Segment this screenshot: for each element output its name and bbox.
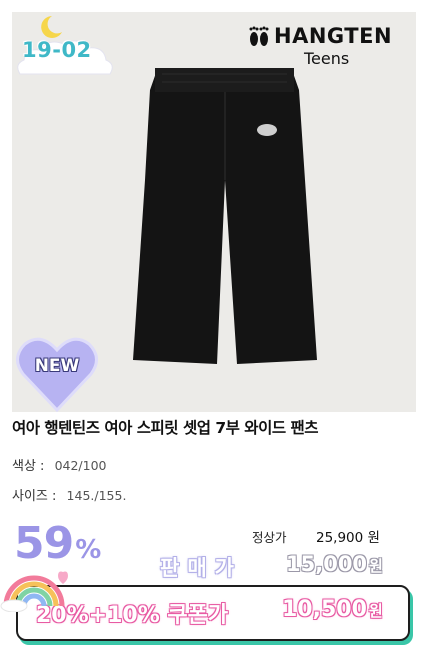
size-spec: 사이즈 : 145./155.: [12, 485, 126, 504]
feet-logo-icon: [249, 26, 269, 46]
discount-rate: 59%: [14, 518, 101, 569]
coupon-price: 10,500 원: [282, 597, 383, 622]
season-tag-badge: 19-02: [12, 12, 122, 92]
color-spec: 색상 : 042/100: [12, 455, 107, 474]
regular-price: 25,900 원: [316, 530, 380, 546]
sale-price: 15,000 원: [286, 552, 383, 576]
pants-image: [133, 68, 317, 364]
regular-price-label: 정상가: [252, 530, 287, 545]
sale-price-label: 판매가: [160, 556, 242, 580]
color-value: 042/100: [54, 458, 107, 473]
product-image[interactable]: 19-02 HANGTEN Teens NEW: [12, 12, 416, 412]
product-card[interactable]: 19-02 HANGTEN Teens NEW 여아 행텐틴즈 여아 스피릿 셋…: [0, 0, 430, 650]
new-badge: NEW: [15, 334, 99, 412]
rainbow-cloud-icon: [0, 571, 68, 612]
product-title[interactable]: 여아 행텐틴즈 여아 스피릿 셋업 7부 와이드 팬츠: [12, 416, 319, 438]
coupon-price-value: 10,500: [282, 597, 367, 622]
brand-name: HANGTEN: [274, 24, 393, 48]
season-tag: 19-02: [22, 38, 92, 62]
size-label: 사이즈 :: [12, 489, 57, 504]
coupon-price-box[interactable]: 20%+10% 쿠폰가 10,500 원: [16, 585, 410, 641]
discount-value: 59: [14, 518, 74, 569]
color-label: 색상 :: [12, 459, 45, 474]
sale-price-value: 15,000: [286, 552, 368, 576]
new-badge-label: NEW: [34, 356, 80, 376]
discount-unit: %: [75, 535, 102, 565]
coupon-price-unit: 원: [368, 602, 383, 620]
size-value: 145./155.: [66, 488, 127, 503]
sale-price-unit: 원: [369, 557, 383, 575]
